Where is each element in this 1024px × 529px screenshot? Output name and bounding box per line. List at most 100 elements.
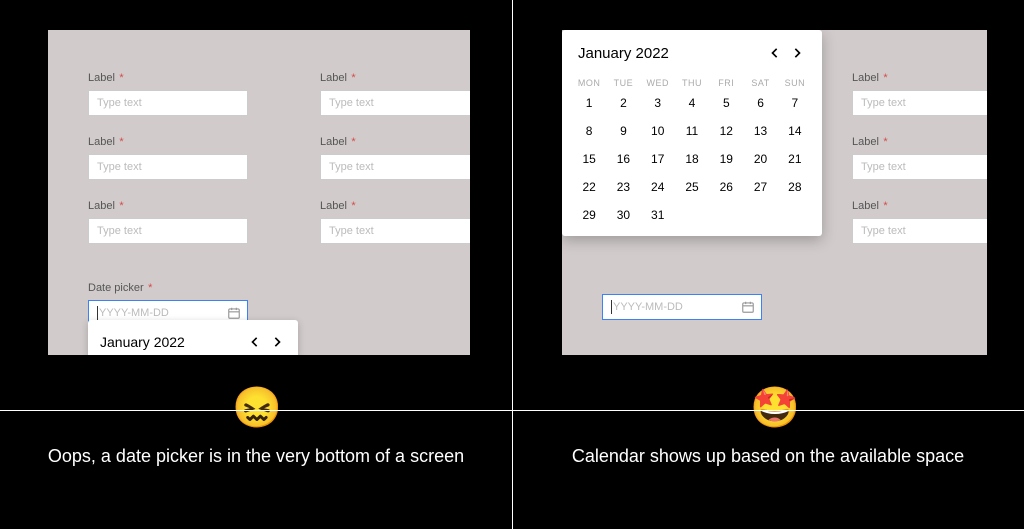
day-cell[interactable]: 7	[778, 92, 812, 114]
day-cell[interactable]: 12	[709, 120, 743, 142]
day-cell[interactable]: 31	[641, 204, 675, 226]
field: Label * Type text	[88, 68, 248, 116]
required-mark: *	[883, 72, 887, 84]
calendar-icon[interactable]	[227, 305, 241, 319]
field: Label * Type text	[852, 132, 987, 180]
text-input[interactable]: Type text	[320, 154, 470, 180]
text-input[interactable]: Type text	[320, 218, 470, 244]
chevron-right-icon[interactable]	[786, 42, 808, 64]
required-mark: *	[351, 136, 355, 148]
day-cell[interactable]: 19	[709, 148, 743, 170]
day-cell[interactable]: 6	[743, 92, 777, 114]
text-input[interactable]: Type text	[88, 90, 248, 116]
day-cell[interactable]: 25	[675, 176, 709, 198]
date-popover-full: January 2022 MON TUE WED THU FRI SAT SUN…	[562, 30, 822, 236]
text-input[interactable]: Type text	[320, 90, 470, 116]
emoji-confounded: 😖	[232, 388, 282, 428]
field-label: Label	[852, 200, 879, 212]
form-panel-bad: Label * Type text Label * Type text Labe…	[48, 30, 470, 355]
field: Label * Type text	[320, 132, 470, 180]
day-cell[interactable]: 13	[743, 120, 777, 142]
day-cell[interactable]: 18	[675, 148, 709, 170]
day-cell[interactable]: 15	[572, 148, 606, 170]
month-title: January 2022	[100, 334, 244, 350]
field-label: Label	[320, 72, 347, 84]
date-field: Date picker * YYYY-MM-DD	[88, 278, 248, 326]
text-input[interactable]: Type text	[852, 218, 987, 244]
chevron-left-icon[interactable]	[764, 42, 786, 64]
chevron-left-icon[interactable]	[244, 331, 266, 353]
days-grid: 1234567891011121314151617181920212223242…	[572, 92, 812, 226]
field-label: Label	[852, 136, 879, 148]
text-input[interactable]: Type text	[88, 154, 248, 180]
required-mark: *	[148, 282, 152, 294]
text-cursor	[611, 300, 612, 314]
field-label: Label	[88, 72, 115, 84]
field: Label * Type text	[852, 196, 987, 244]
day-cell[interactable]: 24	[641, 176, 675, 198]
field-label: Label	[88, 200, 115, 212]
day-cell[interactable]: 22	[572, 176, 606, 198]
date-input[interactable]: YYYY-MM-DD	[602, 294, 762, 320]
required-mark: *	[119, 72, 123, 84]
text-input[interactable]: Type text	[88, 218, 248, 244]
date-placeholder: YYYY-MM-DD	[613, 301, 683, 313]
day-cell[interactable]: 2	[606, 92, 640, 114]
weekday: THU	[675, 76, 709, 92]
field-label: Label	[320, 200, 347, 212]
field: Label * Type text	[320, 68, 470, 116]
weekday: SUN	[778, 76, 812, 92]
day-cell[interactable]: 1	[572, 92, 606, 114]
date-placeholder: YYYY-MM-DD	[99, 307, 169, 319]
required-mark: *	[119, 200, 123, 212]
caption-good: Calendar shows up based on the available…	[558, 444, 978, 468]
field: Label * Type text	[852, 68, 987, 116]
text-cursor	[97, 306, 98, 320]
weekday: TUE	[606, 76, 640, 92]
field: Label * Type text	[88, 196, 248, 244]
day-cell[interactable]: 21	[778, 148, 812, 170]
day-cell[interactable]: 28	[778, 176, 812, 198]
day-cell[interactable]: 26	[709, 176, 743, 198]
field: Label * Type text	[88, 132, 248, 180]
day-cell[interactable]: 23	[606, 176, 640, 198]
field-label: Label	[320, 136, 347, 148]
day-cell[interactable]: 16	[606, 148, 640, 170]
day-cell[interactable]: 29	[572, 204, 606, 226]
day-cell[interactable]: 8	[572, 120, 606, 142]
weekday: MON	[572, 76, 606, 92]
emoji-star-struck: 🤩	[750, 388, 800, 428]
day-cell[interactable]: 3	[641, 92, 675, 114]
weekday: SAT	[743, 76, 777, 92]
day-cell[interactable]: 4	[675, 92, 709, 114]
required-mark: *	[883, 136, 887, 148]
day-cell[interactable]: 30	[606, 204, 640, 226]
weekday: WED	[641, 76, 675, 92]
field-label: Label	[88, 136, 115, 148]
day-cell[interactable]: 9	[606, 120, 640, 142]
day-cell[interactable]: 5	[709, 92, 743, 114]
day-cell[interactable]: 10	[641, 120, 675, 142]
text-input[interactable]: Type text	[852, 90, 987, 116]
date-field: YYYY-MM-DD	[602, 290, 762, 320]
required-mark: *	[351, 200, 355, 212]
weekday-header: MON TUE WED THU FRI SAT SUN	[572, 76, 812, 92]
chevron-right-icon[interactable]	[266, 331, 288, 353]
date-popover-clipped: January 2022	[88, 320, 298, 355]
text-input[interactable]: Type text	[852, 154, 987, 180]
day-cell[interactable]: 17	[641, 148, 675, 170]
day-cell[interactable]: 14	[778, 120, 812, 142]
field-label: Label	[852, 72, 879, 84]
divider-vertical	[512, 0, 513, 529]
calendar-icon[interactable]	[741, 299, 755, 313]
day-cell[interactable]: 20	[743, 148, 777, 170]
day-cell[interactable]: 27	[743, 176, 777, 198]
weekday: FRI	[709, 76, 743, 92]
required-mark: *	[883, 200, 887, 212]
month-title: January 2022	[578, 45, 764, 62]
required-mark: *	[119, 136, 123, 148]
field: Label * Type text	[320, 196, 470, 244]
required-mark: *	[351, 72, 355, 84]
caption-bad: Oops, a date picker is in the very botto…	[46, 444, 466, 468]
day-cell[interactable]: 11	[675, 120, 709, 142]
